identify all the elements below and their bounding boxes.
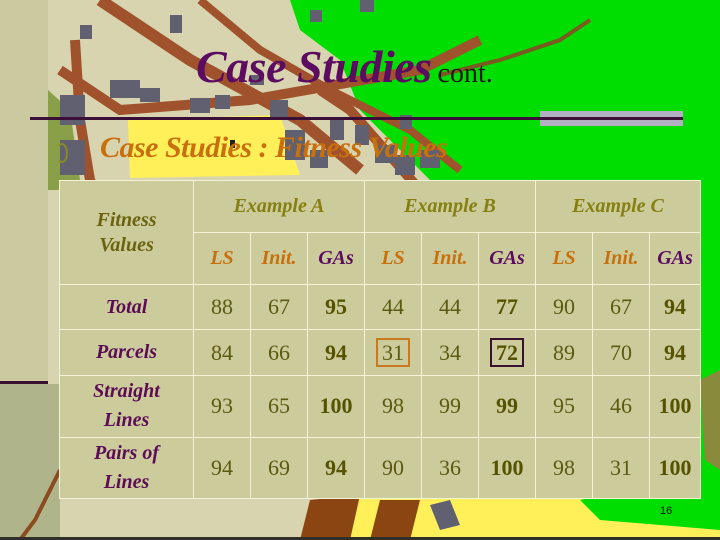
row-label-text: Lines: [103, 409, 150, 432]
cell-pairs-a-gas: 94: [306, 436, 366, 500]
header-a-init: Init.: [250, 232, 308, 286]
title-rule-accent-line: [540, 117, 683, 120]
title-main: Case Studies: [196, 41, 432, 92]
row-label-text: Parcels: [95, 341, 158, 364]
header-example-c: Example C: [535, 179, 702, 234]
cell-parcels-b-gas: 72: [478, 329, 537, 376]
cell-parcels-c-gas: 94: [649, 329, 702, 376]
cell-total-b-ls: 44: [364, 284, 423, 331]
row-label-parcels: Parcels: [59, 329, 194, 376]
header-a-ls: LS: [193, 232, 251, 286]
table-row-straight-lines: Straight Lines 93 65 100 98 99 99 95 46 …: [59, 374, 702, 438]
table-header-row-examples: Fitness Values Example A Example B Examp…: [59, 179, 702, 286]
cell-straight-a-ls: 93: [193, 374, 251, 438]
header-b-ls: LS: [364, 232, 423, 286]
cell-parcels-b-init: 34: [421, 329, 480, 376]
header-c-ls: LS: [535, 232, 594, 286]
table-row-total: Total 88 67 95 44 44 77 90 67 94: [59, 284, 702, 331]
cell-total-b-init: 44: [421, 284, 480, 331]
header-example-a: Example A: [192, 179, 366, 234]
corner-header-line2: Values: [99, 233, 154, 256]
corner-header: Fitness Values: [59, 179, 194, 286]
cell-parcels-a-init: 66: [250, 329, 308, 376]
slide-title: Case Studies cont.: [196, 40, 493, 93]
cell-pairs-c-ls: 98: [535, 436, 594, 500]
header-b-init: Init.: [421, 232, 480, 286]
cell-straight-a-gas: 100: [306, 374, 366, 438]
header-a-gas: GAs: [306, 232, 366, 286]
fitness-values-table: Fitness Values Example A Example B Examp…: [59, 179, 702, 500]
cell-pairs-c-init: 31: [592, 436, 651, 500]
slide-left-margin: [0, 0, 48, 384]
cell-straight-c-init: 46: [592, 374, 651, 438]
left-margin-divider: [0, 381, 48, 384]
cell-total-a-init: 67: [250, 284, 308, 331]
cell-straight-b-gas: 99: [478, 374, 537, 438]
cell-straight-c-gas: 100: [649, 374, 702, 438]
cell-total-c-init: 67: [592, 284, 651, 331]
row-label-total: Total: [59, 284, 194, 331]
cell-parcels-c-ls: 89: [535, 329, 594, 376]
cell-total-c-gas: 94: [649, 284, 702, 331]
row-label-text: Total: [105, 295, 148, 318]
cell-straight-a-init: 65: [250, 374, 308, 438]
header-c-init: Init.: [592, 232, 651, 286]
cell-straight-c-ls: 95: [535, 374, 594, 438]
cell-pairs-b-init: 36: [421, 436, 480, 500]
cell-parcels-c-init: 70: [592, 329, 651, 376]
cell-pairs-a-init: 69: [250, 436, 308, 500]
row-label-text: Pairs of: [94, 441, 159, 464]
header-example-b: Example B: [364, 179, 537, 234]
cell-total-b-gas: 77: [478, 284, 537, 331]
row-label-text: Straight: [93, 380, 160, 403]
cell-straight-b-init: 99: [421, 374, 480, 438]
cell-pairs-a-ls: 94: [193, 436, 251, 500]
cell-parcels-a-ls: 84: [193, 329, 251, 376]
cell-total-a-gas: 95: [306, 284, 366, 331]
cell-pairs-b-ls: 90: [364, 436, 423, 500]
row-label-straight-lines: Straight Lines: [59, 374, 194, 438]
cell-parcels-a-gas: 94: [306, 329, 366, 376]
table-row-pairs-of-lines: Pairs of Lines 94 69 94 90 36 100 98 31 …: [59, 436, 702, 500]
row-label-text: Lines: [103, 470, 150, 493]
highlight-box-purple: 72: [490, 337, 525, 368]
title-suffix: cont.: [437, 58, 493, 89]
corner-header-line1: Fitness: [96, 208, 157, 231]
cell-pairs-c-gas: 100: [649, 436, 702, 500]
cell-total-c-ls: 90: [535, 284, 594, 331]
highlight-box-orange: 31: [376, 337, 411, 368]
bullet-icon: [56, 143, 68, 163]
cell-parcels-b-ls: 31: [364, 329, 423, 376]
slide-subtitle: Case Studies : Fitness Values: [100, 131, 448, 164]
cell-pairs-b-gas: 100: [478, 436, 537, 500]
cell-straight-b-ls: 98: [364, 374, 423, 438]
row-label-pairs-of-lines: Pairs of Lines: [59, 436, 194, 500]
slide: Case Studies cont. Case Studies : Fitness…: [0, 0, 720, 540]
cell-total-a-ls: 88: [193, 284, 251, 331]
header-b-gas: GAs: [478, 232, 537, 286]
header-c-gas: GAs: [649, 232, 702, 286]
slide-number: 16: [660, 505, 673, 517]
table-row-parcels: Parcels 84 66 94 31 34 72 89 70 94: [59, 329, 702, 376]
